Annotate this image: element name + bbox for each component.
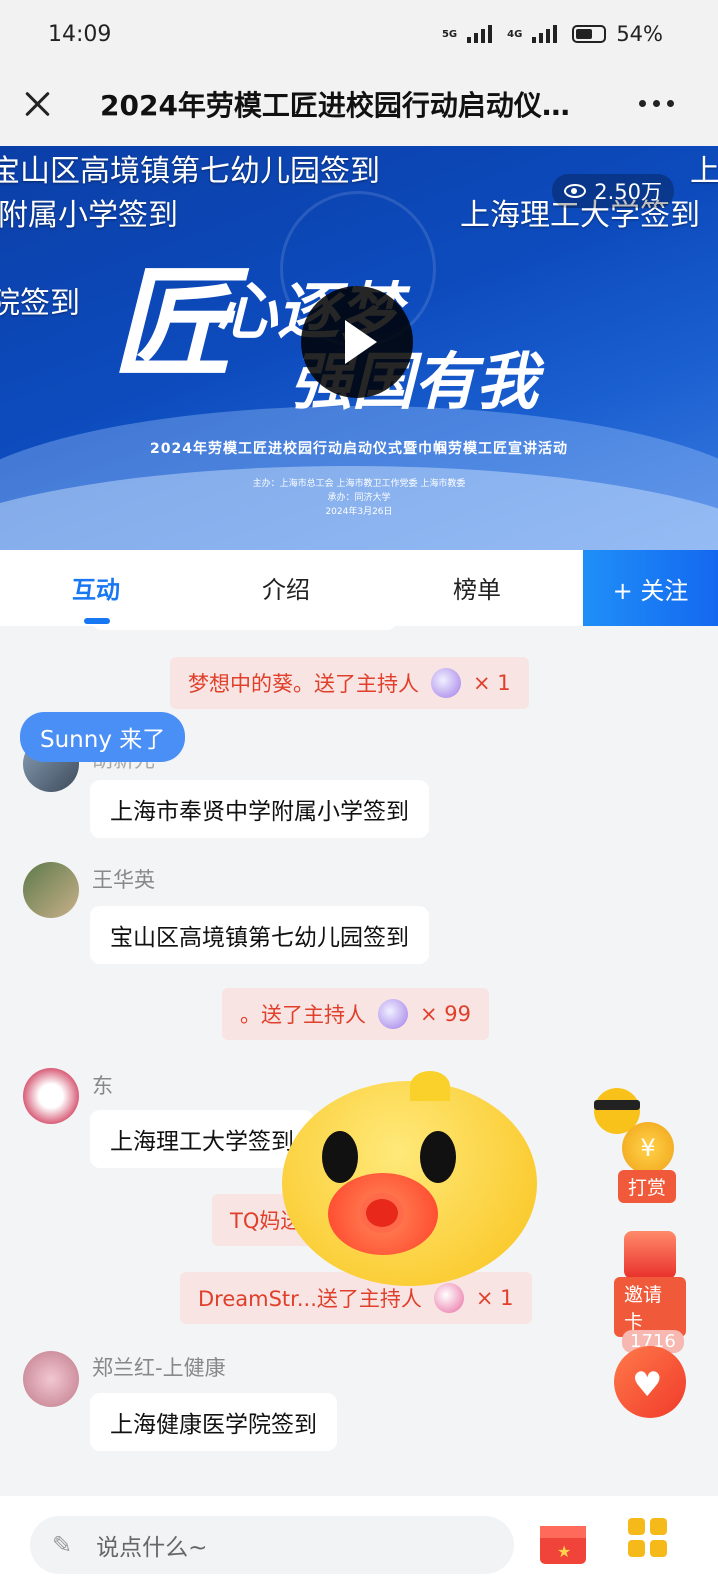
danmaku-item: 上	[690, 154, 718, 189]
tip-button[interactable]: ¥ 打赏	[594, 1088, 684, 1203]
prev-message-bubble	[92, 626, 397, 630]
danmaku-item: 院签到	[0, 286, 80, 321]
chat-message: 上海市奉贤中学附属小学签到	[90, 780, 429, 838]
heart-icon: ♥	[632, 1365, 663, 1405]
comment-placeholder: 说点什么~	[96, 1535, 208, 1561]
slogan-big-char: 匠	[112, 253, 232, 394]
like-button[interactable]: 1716 ♥	[614, 1330, 686, 1418]
invite-label: 邀请卡	[614, 1277, 686, 1337]
battery-percent: 54%	[616, 22, 663, 46]
envelope-icon	[624, 1231, 676, 1279]
host-text: 承办：同济大学	[327, 493, 391, 503]
bottom-bar: ✎ 说点什么~ ★	[0, 1496, 718, 1595]
tab-interact[interactable]: 互动	[72, 570, 120, 605]
title-bar: 2024年劳模工匠进校园行动启动仪…	[0, 70, 718, 146]
network-5g-label: 5G	[441, 28, 458, 40]
chat-message: 上海理工大学签到	[90, 1110, 314, 1168]
avatar[interactable]	[23, 1068, 79, 1124]
organizers-text: 主办：上海市总工会 上海市教卫工作党委 上海市教委	[252, 479, 466, 489]
status-icons: 5G 4G 54%	[442, 22, 663, 46]
event-subtitle: 2024年劳模工匠进校园行动启动仪式暨巾帼劳模工匠宣讲活动	[150, 441, 568, 457]
event-date: 2024年3月26日	[325, 507, 393, 517]
username: 王华英	[92, 868, 155, 892]
tip-label: 打赏	[618, 1170, 677, 1203]
eye-icon	[564, 184, 587, 198]
edit-icon: ✎	[52, 1531, 73, 1559]
network-4g-label: 4G	[507, 28, 523, 40]
gift-notice: 。送了主持人 × 99	[222, 988, 489, 1040]
rocket-icon	[431, 668, 461, 698]
view-count: 2.50万	[552, 174, 674, 208]
more-icon[interactable]	[639, 100, 674, 107]
follow-button[interactable]: + 关注	[583, 550, 718, 626]
tab-indicator	[84, 618, 110, 624]
status-bar: 14:09 5G 4G 54%	[0, 0, 718, 70]
username: 东	[92, 1074, 113, 1098]
duck-gift-animation	[282, 1071, 537, 1286]
chat-message: 上海健康医学院签到	[90, 1393, 337, 1451]
avatar[interactable]	[23, 862, 79, 918]
signal-icon	[532, 25, 562, 43]
join-notice: Sunny 来了	[20, 712, 186, 762]
page-title: 2024年劳模工匠进校园行动启动仪…	[100, 89, 570, 122]
username: 郑兰红-上健康	[92, 1356, 226, 1380]
play-button[interactable]	[301, 286, 413, 398]
tab-bar: 互动 介绍 榜单 + 关注	[0, 550, 718, 626]
apps-grid-icon[interactable]	[628, 1518, 668, 1558]
tab-intro[interactable]: 介绍	[262, 570, 310, 605]
tab-rank[interactable]: 榜单	[453, 570, 501, 605]
signal-icon	[467, 25, 497, 43]
gift-box-icon[interactable]: ★	[540, 1518, 586, 1564]
avatar[interactable]	[23, 1351, 79, 1407]
comment-input[interactable]: ✎ 说点什么~	[30, 1516, 514, 1574]
rocket-icon	[378, 999, 408, 1029]
chat-message: 宝山区高境镇第七幼儿园签到	[90, 906, 429, 964]
coin-icon: ¥	[622, 1122, 674, 1174]
lollipop-icon	[433, 1283, 464, 1313]
danmaku-item: 宝山区高境镇第七幼儿园签到	[0, 154, 380, 189]
battery-icon	[572, 25, 607, 43]
video-player[interactable]: 宝山区高境镇第七幼儿园签到 上 附属小学签到 上海理工大学签到 院签到 匠 心逐…	[0, 146, 718, 550]
gift-notice: 梦想中的葵。送了主持人 × 1	[170, 657, 529, 709]
status-time: 14:09	[48, 22, 112, 47]
close-icon[interactable]	[22, 88, 54, 120]
invite-card-button[interactable]: 邀请卡	[614, 1231, 686, 1337]
chat-area[interactable]: 梦想中的葵。送了主持人 × 1 胡新元 Sunny 来了 上海市奉贤中学附属小学…	[0, 626, 718, 1496]
